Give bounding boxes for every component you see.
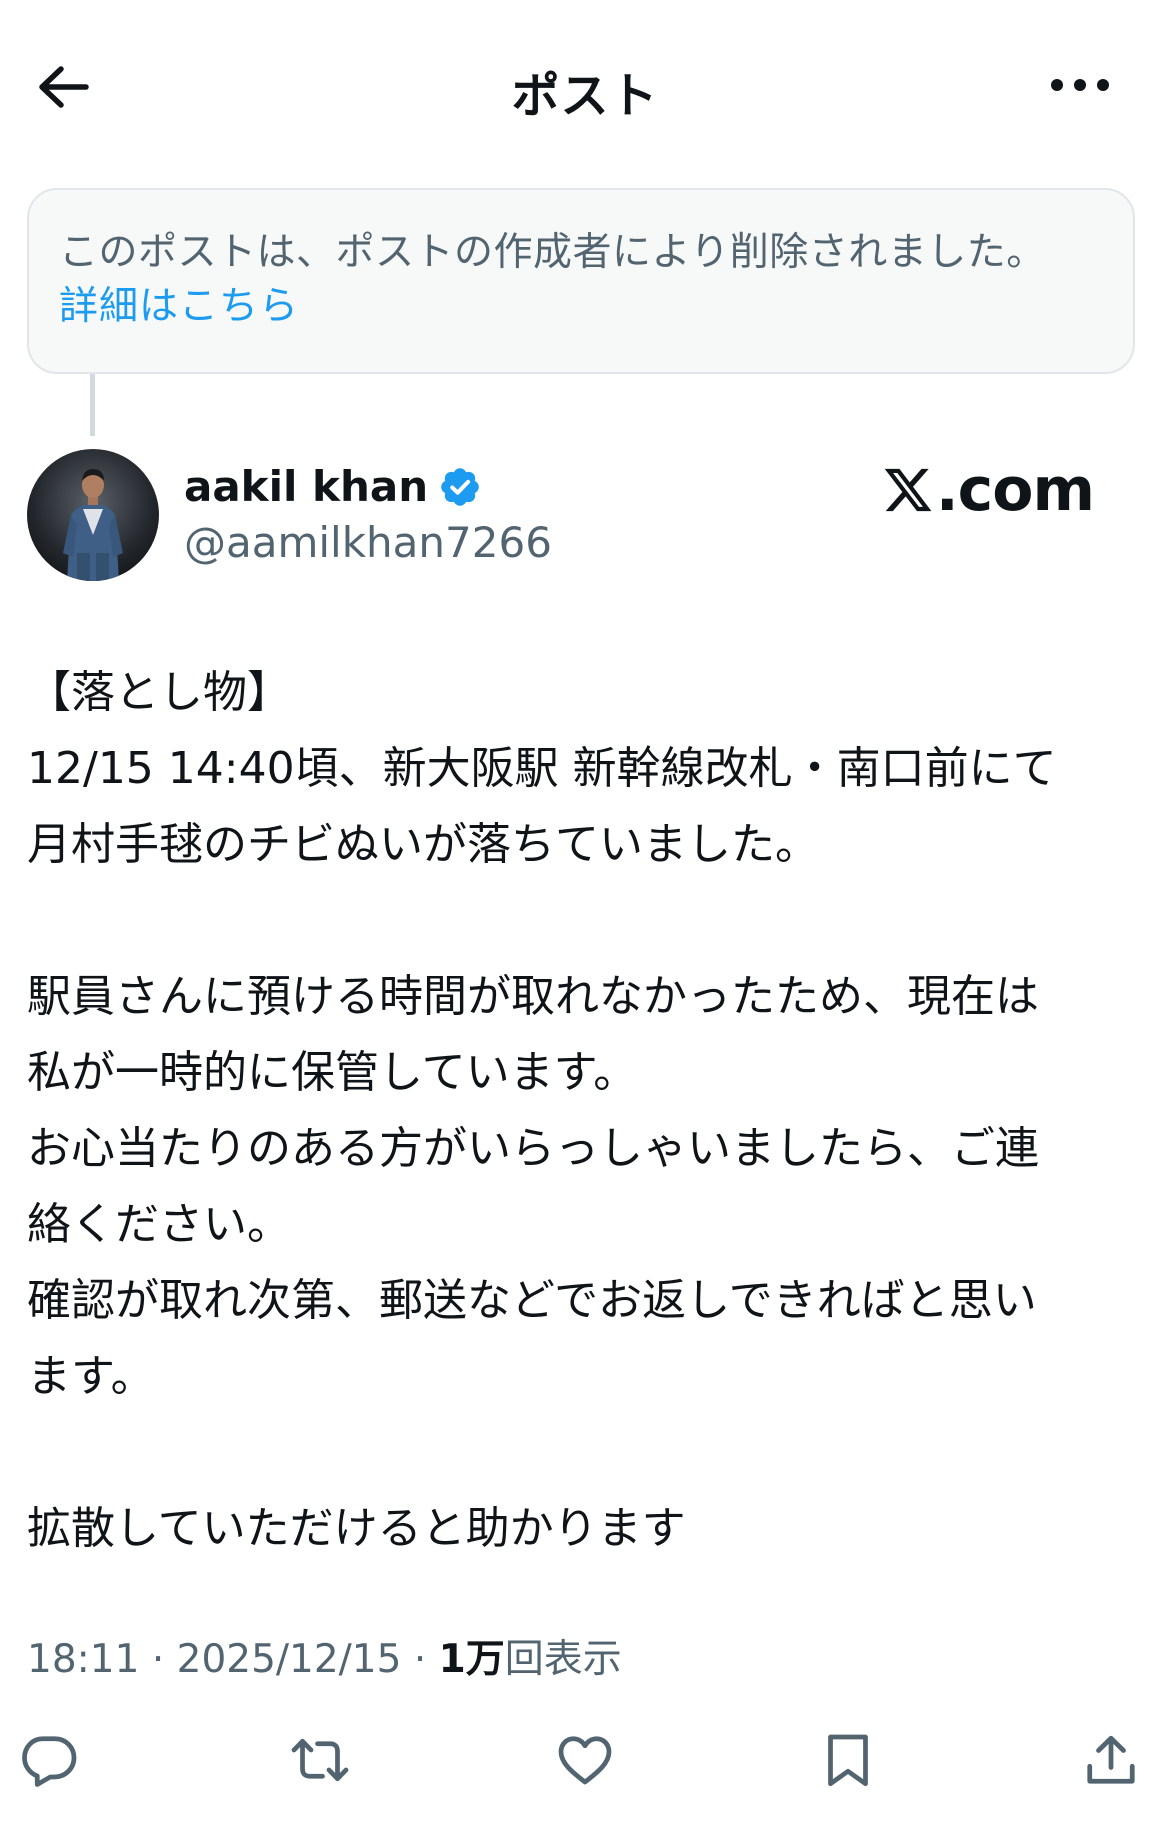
more-horizontal-icon: [1051, 79, 1109, 91]
deleted-notice-text: このポストは、ポストの作成者により削除されました。: [59, 230, 1046, 275]
deleted-post-notice: このポストは、ポストの作成者により削除されました。 詳細はこちら: [27, 188, 1135, 374]
post-text-line: 確認が取れ次第、郵送などでお返しできればと思い: [27, 1275, 1037, 1326]
reply-button[interactable]: [9, 1720, 89, 1800]
repost-button[interactable]: [280, 1720, 360, 1800]
post-meta: 18:11 · 2025/12/15 · 1万回表示: [27, 1628, 622, 1684]
learn-more-link[interactable]: 詳細はこちら: [59, 280, 1105, 334]
post-text: 【落とし物】 12/15 14:40頃、新大阪駅 新幹線改札・南口前にて 月村手毬の…: [27, 655, 1147, 1567]
post-text-line: 月村手毬のチビぬいが落ちていました。: [27, 819, 819, 870]
post-text-line: 【落とし物】: [27, 667, 291, 718]
share-button[interactable]: [1071, 1720, 1151, 1800]
like-button[interactable]: [545, 1720, 625, 1800]
post-text-line: 駅員さんに預ける時間が取れなかったため、現在は: [27, 971, 1039, 1022]
bookmark-icon: [828, 1734, 868, 1787]
post-text-line: お心当たりのある方がいらっしゃいましたら、ご連: [27, 1123, 1039, 1174]
author-handle[interactable]: @aamilkhan7266: [184, 518, 552, 567]
post-text-line: 私が一時的に保管しています。: [27, 1047, 638, 1098]
author-name-row[interactable]: aakil khan: [184, 462, 482, 511]
reply-icon: [22, 1736, 77, 1787]
share-icon: [1087, 1735, 1135, 1784]
meta-separator: ·: [413, 1637, 427, 1682]
avatar-image: [27, 449, 159, 581]
views-label: 回表示: [504, 1637, 622, 1682]
post-time[interactable]: 18:11: [27, 1637, 139, 1682]
post-text-line: 絡ください。: [27, 1199, 291, 1250]
bookmark-button[interactable]: [808, 1720, 888, 1800]
x-com-watermark: .com: [882, 455, 1095, 525]
verified-badge-icon: [441, 467, 479, 506]
post-text-line: 拡散していただけると助かります: [27, 1503, 686, 1554]
views-count: 1万: [438, 1637, 505, 1682]
more-options-button[interactable]: [1040, 55, 1120, 115]
post-date[interactable]: 2025/12/15: [177, 1637, 402, 1682]
post-text-line: ます。: [27, 1351, 155, 1402]
page-title: ポスト: [511, 68, 659, 124]
display-name: aakil khan: [184, 462, 429, 511]
heart-icon: [558, 1736, 612, 1785]
meta-separator: ·: [151, 1637, 165, 1682]
x-logo-icon: [884, 468, 932, 512]
post-text-line: 12/15 14:40頃、新大阪駅 新幹線改札・南口前にて: [27, 743, 1057, 794]
action-bar: [0, 1720, 1170, 1820]
top-bar: ポスト: [0, 0, 1170, 170]
thread-connector-line: [90, 374, 95, 436]
repost-icon: [291, 1738, 349, 1782]
avatar[interactable]: [27, 449, 159, 581]
x-com-text: .com: [935, 455, 1095, 525]
